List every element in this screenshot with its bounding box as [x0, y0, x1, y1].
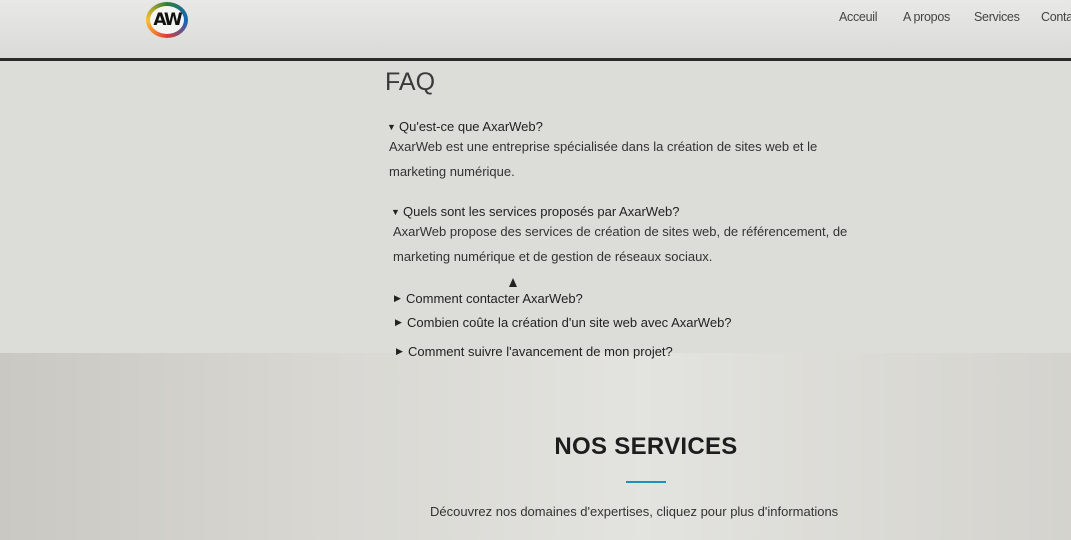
- expanded-arrow-icon: ▼: [391, 206, 400, 217]
- faq-question-toggle[interactable]: ▶ Comment contacter AxarWeb?: [394, 291, 583, 306]
- faq-answer-text: AxarWeb est une entreprise spécialisée d…: [389, 139, 818, 179]
- faq-item-contact: ▶ Comment contacter AxarWeb?: [394, 291, 583, 306]
- faq-item-progress: ▶ Comment suivre l'avancement de mon pro…: [396, 344, 673, 359]
- faq-question-text: Comment contacter AxarWeb?: [406, 291, 583, 306]
- nav-link-accueil[interactable]: Acceuil: [839, 10, 878, 24]
- faq-question-text: Quels sont les services proposés par Axa…: [403, 204, 680, 219]
- faq-question-toggle[interactable]: ▼ Quels sont les services proposés par A…: [391, 204, 873, 219]
- page-content: FAQ ▼ Qu'est-ce que AxarWeb? AxarWeb est…: [0, 61, 1071, 540]
- faq-question-toggle[interactable]: ▶ Comment suivre l'avancement de mon pro…: [396, 344, 673, 359]
- nav-link-services[interactable]: Services: [974, 10, 1020, 24]
- main-nav: Acceuil A propos Services Conta: [0, 10, 1071, 30]
- services-subtitle: Découvrez nos domaines d'expertises, cli…: [430, 504, 839, 519]
- services-title: NOS SERVICES: [554, 433, 738, 460]
- collapsed-arrow-icon: ▶: [396, 346, 403, 356]
- top-navigation-bar: AW Acceuil A propos Services Conta: [0, 0, 1071, 61]
- nav-link-contact[interactable]: Conta: [1041, 10, 1071, 24]
- collapsed-arrow-icon: ▶: [395, 317, 402, 327]
- faq-item-cost: ▶ Combien coûte la création d'un site we…: [395, 315, 732, 330]
- faq-question-toggle[interactable]: ▼ Qu'est-ce que AxarWeb?: [387, 119, 849, 134]
- expanded-arrow-icon: ▼: [387, 121, 396, 132]
- faq-question-text: Combien coûte la création d'un site web …: [407, 315, 732, 330]
- collapsed-arrow-icon: ▶: [394, 293, 401, 303]
- nav-link-a-propos[interactable]: A propos: [903, 10, 950, 24]
- faq-question-text: Comment suivre l'avancement de mon proje…: [408, 344, 673, 359]
- faq-item-services: ▼ Quels sont les services proposés par A…: [391, 204, 873, 269]
- mouse-cursor-icon: [509, 278, 517, 287]
- services-title-underline: [626, 481, 666, 483]
- faq-question-text: Qu'est-ce que AxarWeb?: [399, 119, 543, 134]
- faq-question-toggle[interactable]: ▶ Combien coûte la création d'un site we…: [395, 315, 732, 330]
- faq-answer-text: AxarWeb propose des services de création…: [393, 224, 848, 264]
- faq-item-what-is-axarweb: ▼ Qu'est-ce que AxarWeb? AxarWeb est une…: [387, 119, 849, 184]
- faq-title: FAQ: [385, 68, 436, 96]
